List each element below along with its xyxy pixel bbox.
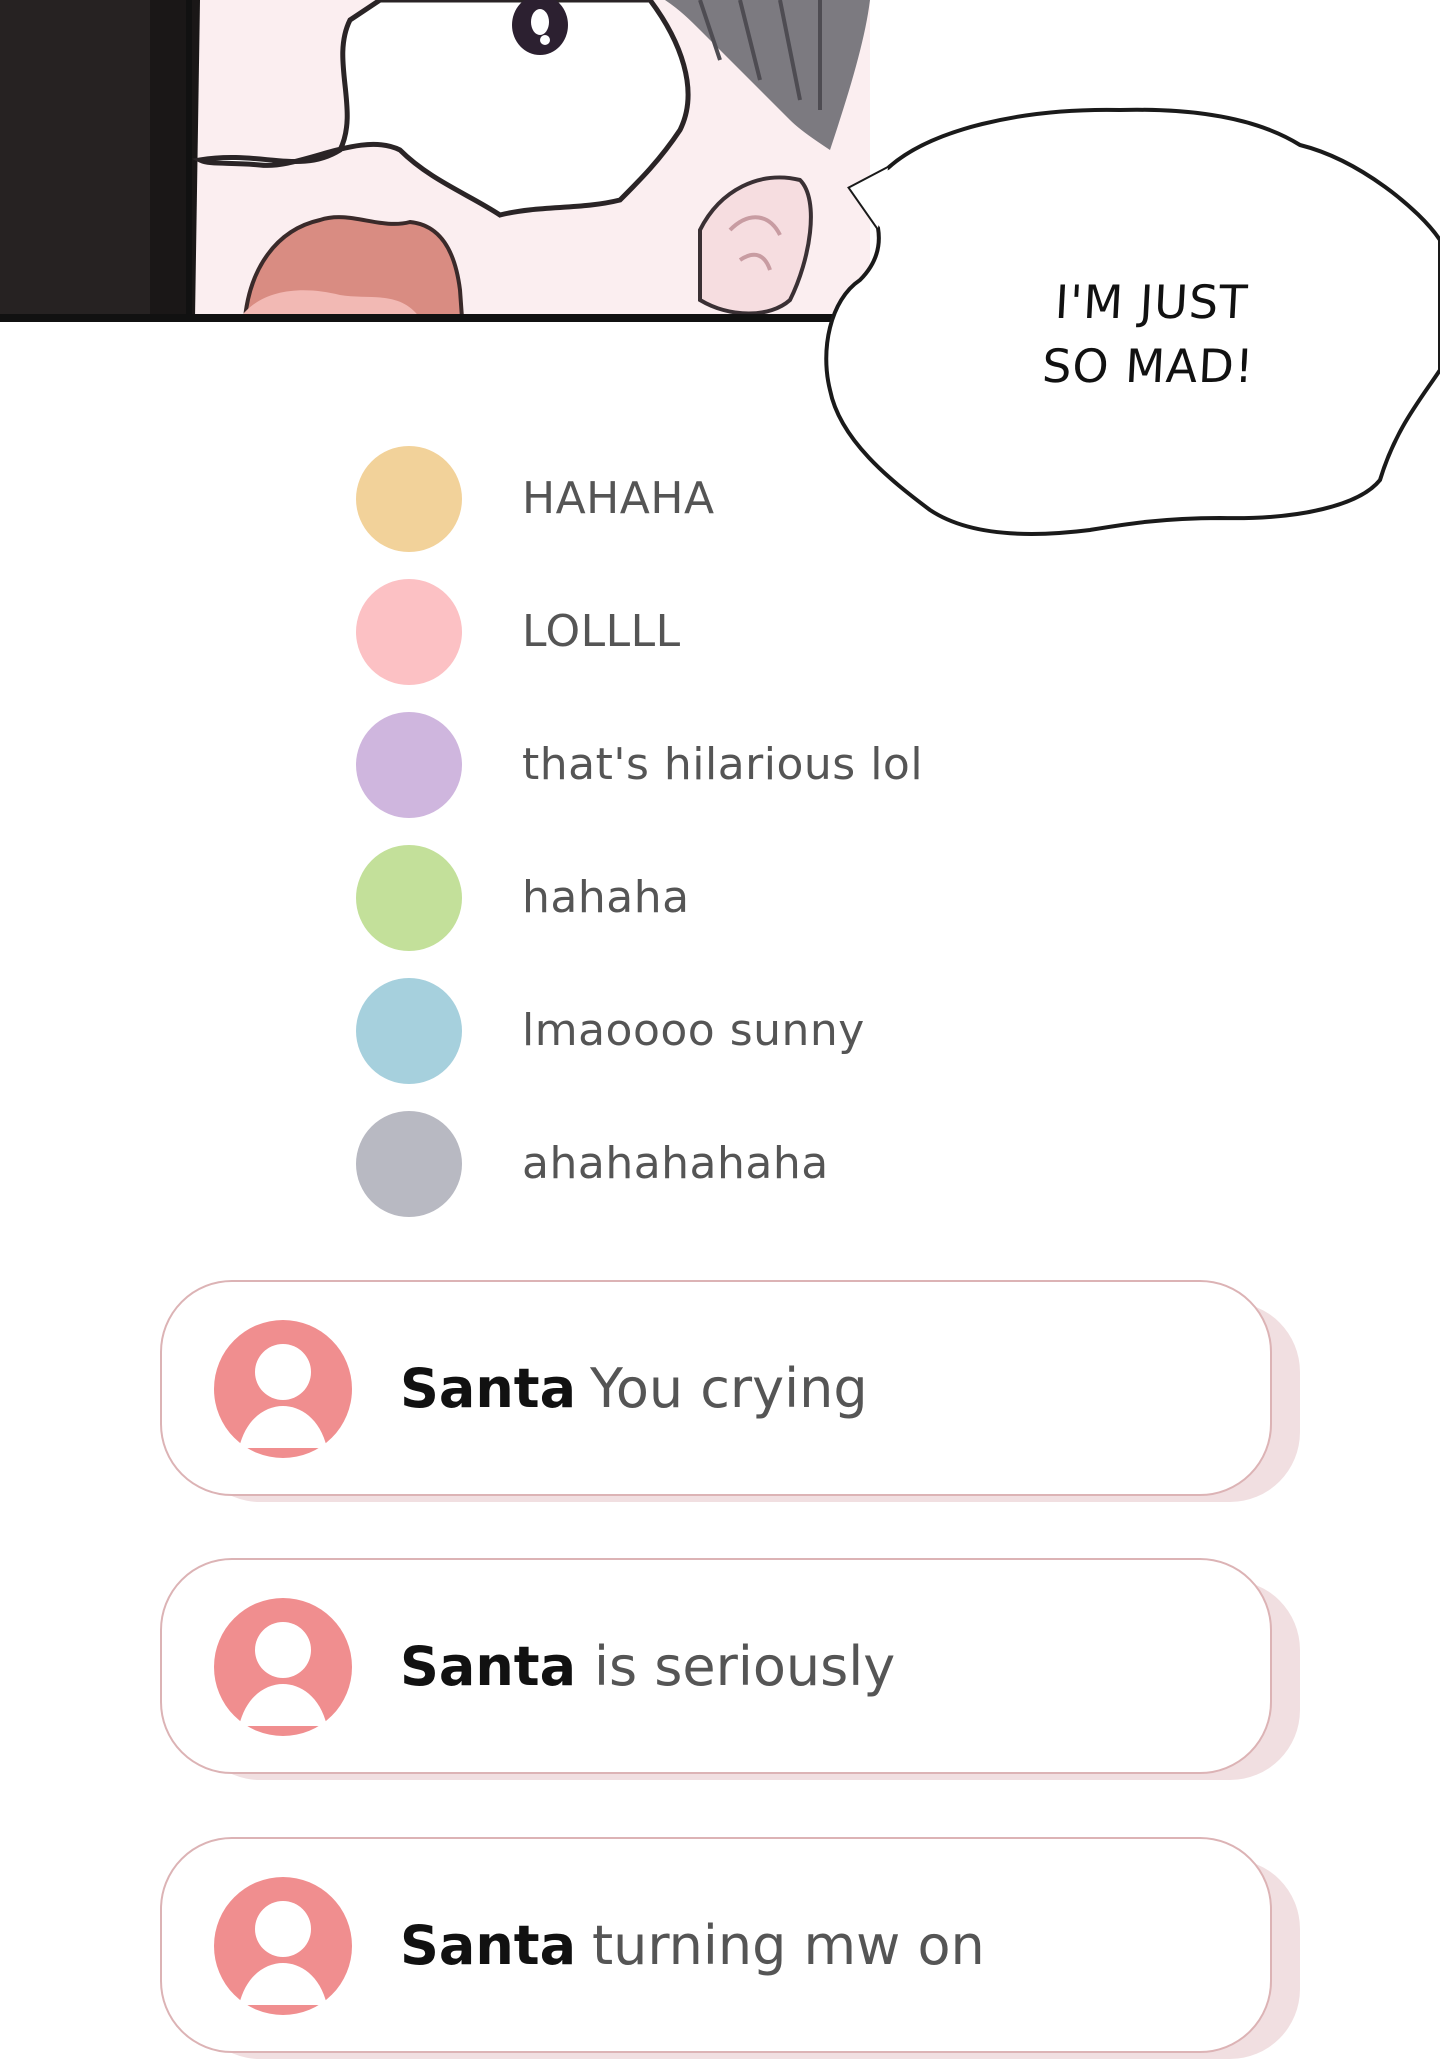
- comment-card-body: Santa You crying: [160, 1280, 1272, 1496]
- reaction-text: HAHAHA: [522, 473, 715, 524]
- reaction-list: HAHAHA LOLLLL that's hilarious lol hahah…: [356, 432, 923, 1230]
- reaction-item: HAHAHA: [356, 432, 923, 565]
- comment-card: Santa turning mw on: [160, 1837, 1300, 2059]
- reaction-item: hahaha: [356, 831, 923, 964]
- user-avatar-icon: [214, 1320, 352, 1458]
- reaction-color-dot: [356, 844, 462, 951]
- reaction-text: LOLLLL: [522, 606, 681, 657]
- user-avatar-icon: [214, 1877, 352, 2015]
- speech-line-1: I'M JUST: [1053, 275, 1250, 329]
- reaction-item: ahahahahaha: [356, 1097, 923, 1230]
- comment-username: Santa: [400, 1356, 577, 1420]
- reaction-color-dot: [356, 1110, 462, 1217]
- comment-card: Santa is seriously: [160, 1558, 1300, 1780]
- user-avatar-icon: [214, 1598, 352, 1736]
- comment-message: turning mw on: [592, 1913, 985, 1977]
- reaction-color-dot: [356, 711, 462, 818]
- comment-username: Santa: [400, 1913, 577, 1977]
- speech-bubble-text: I'M JUST SO MAD!: [1017, 270, 1284, 398]
- comment-message: You crying: [590, 1356, 868, 1420]
- reaction-text: lmaoooo sunny: [522, 1005, 865, 1056]
- reaction-item: LOLLLL: [356, 565, 923, 698]
- reaction-text: hahaha: [522, 872, 690, 923]
- comment-message: is seriously: [594, 1634, 896, 1698]
- comment-card-body: Santa is seriously: [160, 1558, 1272, 1774]
- reaction-color-dot: [356, 445, 462, 552]
- comment-username: Santa: [400, 1634, 577, 1698]
- reaction-color-dot: [356, 578, 462, 685]
- comment-card: Santa You crying: [160, 1280, 1300, 1502]
- comment-card-body: Santa turning mw on: [160, 1837, 1272, 2053]
- reaction-text: that's hilarious lol: [522, 739, 924, 790]
- reaction-item: that's hilarious lol: [356, 698, 923, 831]
- reaction-text: ahahahahaha: [522, 1138, 829, 1189]
- reaction-color-dot: [356, 977, 462, 1084]
- speech-line-2: SO MAD!: [1040, 339, 1256, 393]
- reaction-item: lmaoooo sunny: [356, 964, 923, 1097]
